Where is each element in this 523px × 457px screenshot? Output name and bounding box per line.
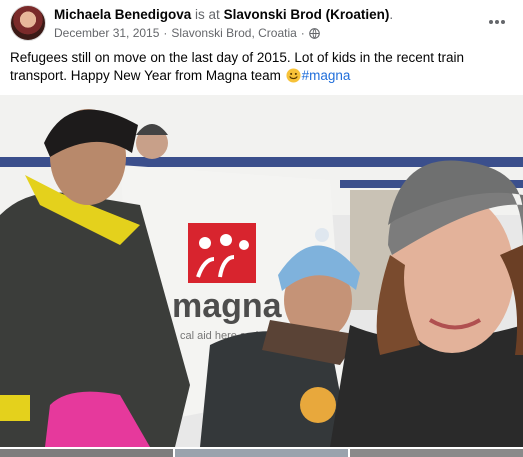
post-meta: December 31, 2015 · Slavonski Brod, Croa… [54,26,320,40]
hashtag-link[interactable]: #magna [302,68,351,83]
magna-logo [188,223,256,283]
author-avatar[interactable] [10,5,46,41]
post-header: Michaela Benedigova is at Slavonski Brod… [0,0,523,46]
post-body: Refugees still on move on the last day o… [10,50,465,83]
post-text: Refugees still on move on the last day o… [10,49,515,85]
author-line: Michaela Benedigova is at Slavonski Brod… [54,7,393,22]
place-suffix: . [389,7,394,22]
place-link[interactable]: Slavonski Brod (Kroatien) [224,7,390,22]
is-at-text: is at [191,7,224,22]
globe-icon[interactable] [308,27,320,39]
thumbnail-1[interactable] [0,449,173,457]
photo-thumbnails [0,449,523,457]
smile-emoji-icon [286,68,301,83]
banner-text: magna [172,287,283,325]
author-name[interactable]: Michaela Benedigova [54,7,191,22]
more-options-button[interactable] [485,10,509,34]
photo-scene: magna cal aid here and n [0,95,523,447]
post-photo[interactable]: magna cal aid here and n [0,95,523,447]
meta-separator-2: · [300,26,305,40]
post-date[interactable]: December 31, 2015 [54,26,159,40]
ellipsis-icon [489,20,505,24]
post-location[interactable]: Slavonski Brod, Croatia [171,26,296,40]
thumbnail-3[interactable] [350,449,523,457]
thumbnail-2[interactable] [175,449,348,457]
meta-separator: · [163,26,168,40]
